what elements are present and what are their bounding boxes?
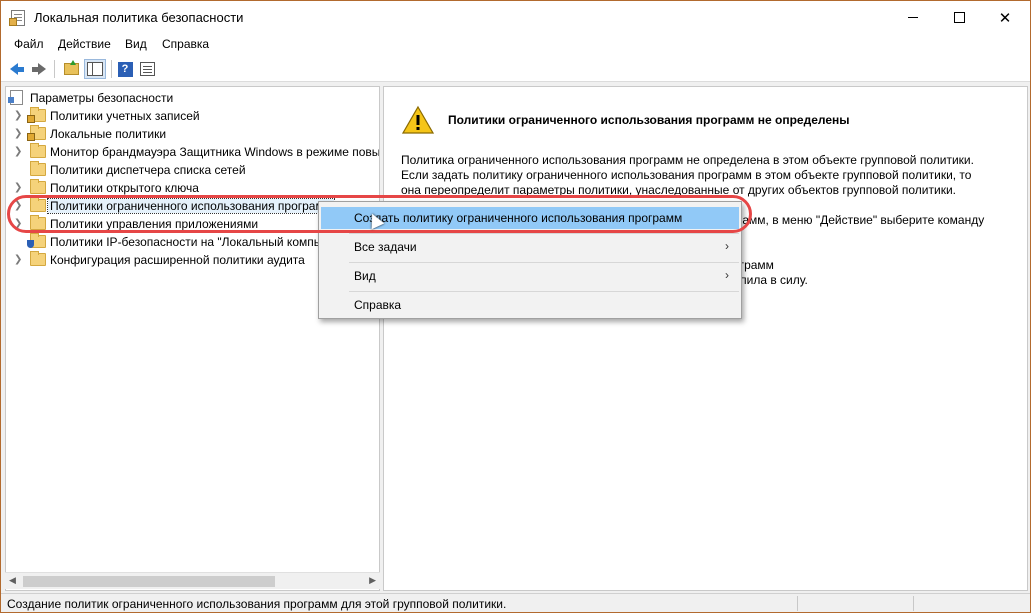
window-title: Локальная политика безопасности <box>34 10 244 25</box>
submenu-arrow-icon: › <box>725 268 729 282</box>
security-policy-app-icon <box>9 10 25 26</box>
tree-item-network-list[interactable]: Политики диспетчера списка сетей <box>6 161 379 179</box>
show-hide-tree-icon <box>87 62 103 76</box>
status-divider <box>797 596 798 611</box>
folder-icon <box>30 197 46 212</box>
tree-item-label: Политики открытого ключа <box>50 181 199 195</box>
menu-item-label: Справка <box>354 298 402 312</box>
menu-help[interactable]: Справка <box>162 37 209 51</box>
chevron-right-icon[interactable]: ❯ <box>14 200 22 211</box>
tree-item-label: Политики IP-безопасности на "Локальный к… <box>50 235 352 249</box>
submenu-arrow-icon: › <box>725 239 729 253</box>
back-arrow-icon[interactable] <box>8 60 26 78</box>
chevron-right-icon[interactable]: ❯ <box>14 128 22 139</box>
close-button[interactable] <box>982 1 1028 34</box>
show-hide-tree-button[interactable] <box>84 59 106 79</box>
menu-item-label: Все задачи <box>354 240 417 254</box>
scroll-right-icon[interactable]: ▶ <box>369 575 376 586</box>
toolbar: ? <box>1 55 1030 82</box>
menu-file[interactable]: Файл <box>14 37 44 51</box>
folder-icon <box>30 161 46 176</box>
minimize-button[interactable] <box>890 1 936 34</box>
maximize-button[interactable] <box>936 1 982 34</box>
details-text-line: Политика ограниченного использования про… <box>401 153 974 167</box>
status-text: Создание политик ограниченного использов… <box>7 597 507 611</box>
warning-icon <box>402 105 434 134</box>
menu-separator <box>349 233 739 234</box>
menu-item-label: Создать политику ограниченного использов… <box>354 211 683 225</box>
folder-lock-icon <box>27 107 46 123</box>
up-folder-button[interactable] <box>62 60 80 78</box>
tree-item-label: Политики учетных записей <box>50 109 200 123</box>
details-text-line: Если задать политику ограниченного испол… <box>401 168 972 182</box>
context-menu-create-policy[interactable]: Создать политику ограниченного использов… <box>321 207 739 229</box>
details-paragraph-1: Политика ограниченного использования про… <box>401 153 1016 198</box>
scrollbar-thumb[interactable] <box>23 576 275 587</box>
menu-view[interactable]: Вид <box>125 37 147 51</box>
tree-item-local-policies[interactable]: ❯ Локальные политики <box>6 125 379 143</box>
context-menu-all-tasks[interactable]: Все задачи › <box>321 236 739 258</box>
folder-lock-icon <box>27 125 46 141</box>
tree-item-public-key[interactable]: ❯ Политики открытого ключа <box>6 179 379 197</box>
chevron-right-icon[interactable]: ❯ <box>14 218 22 229</box>
chevron-right-icon[interactable]: ❯ <box>14 254 22 265</box>
tree-root-label: Параметры безопасности <box>30 91 174 105</box>
context-menu-view[interactable]: Вид › <box>321 265 739 287</box>
tree-item-label: Политики управления приложениями <box>50 217 259 231</box>
status-bar: Создание политик ограниченного использов… <box>1 593 1030 612</box>
folder-icon <box>30 179 46 194</box>
help-icon: ? <box>117 61 133 77</box>
tree-item-label: Конфигурация расширенной политики аудита <box>50 253 305 267</box>
status-divider <box>913 596 914 611</box>
toolbar-separator <box>111 60 112 78</box>
tree-item-account-policies[interactable]: ❯ Политики учетных записей <box>6 107 379 125</box>
context-menu-help[interactable]: Справка <box>321 294 739 316</box>
tree-item-label: Монитор брандмауэра Защитника Windows в … <box>50 145 380 159</box>
title-bar[interactable]: Локальная политика безопасности <box>1 1 1030 34</box>
chevron-right-icon[interactable]: ❯ <box>14 182 22 193</box>
toolbar-separator <box>54 60 55 78</box>
tree-item-label: Политики диспетчера списка сетей <box>50 163 246 177</box>
tree-root[interactable]: Параметры безопасности <box>6 89 379 107</box>
folder-icon <box>30 251 46 266</box>
folder-icon <box>30 143 46 158</box>
folder-icon <box>30 215 46 230</box>
help-button[interactable]: ? <box>116 60 134 78</box>
forward-arrow-icon[interactable] <box>30 60 48 78</box>
properties-button[interactable] <box>138 60 156 78</box>
details-pane: Политики ограниченного использования про… <box>383 86 1028 591</box>
menu-action[interactable]: Действие <box>58 37 111 51</box>
console-tree[interactable]: Параметры безопасности ❯ Политики учетны… <box>5 86 380 591</box>
details-title: Политики ограниченного использования про… <box>448 113 850 127</box>
menu-bar: Файл Действие Вид Справка <box>1 34 1030 55</box>
properties-icon <box>139 62 155 76</box>
scroll-left-icon[interactable]: ◀ <box>9 575 16 586</box>
menu-separator <box>349 291 739 292</box>
details-text-line: она переопределит параметры политики, ун… <box>401 183 956 197</box>
ip-security-icon <box>27 233 46 248</box>
tree-item-label: Политики ограниченного использования про… <box>47 198 335 214</box>
chevron-right-icon[interactable]: ❯ <box>14 146 22 157</box>
menu-item-label: Вид <box>354 269 376 283</box>
up-folder-icon <box>63 60 79 75</box>
tree-item-label: Локальные политики <box>50 127 167 141</box>
chevron-right-icon[interactable]: ❯ <box>14 110 22 121</box>
horizontal-scrollbar[interactable]: ◀ ▶ <box>5 572 380 589</box>
security-settings-icon <box>8 90 23 105</box>
main-window: Локальная политика безопасности Файл Дей… <box>0 0 1031 613</box>
menu-separator <box>349 262 739 263</box>
tree-item-firewall-monitor[interactable]: ❯ Монитор брандмауэра Защитника Windows … <box>6 143 380 161</box>
